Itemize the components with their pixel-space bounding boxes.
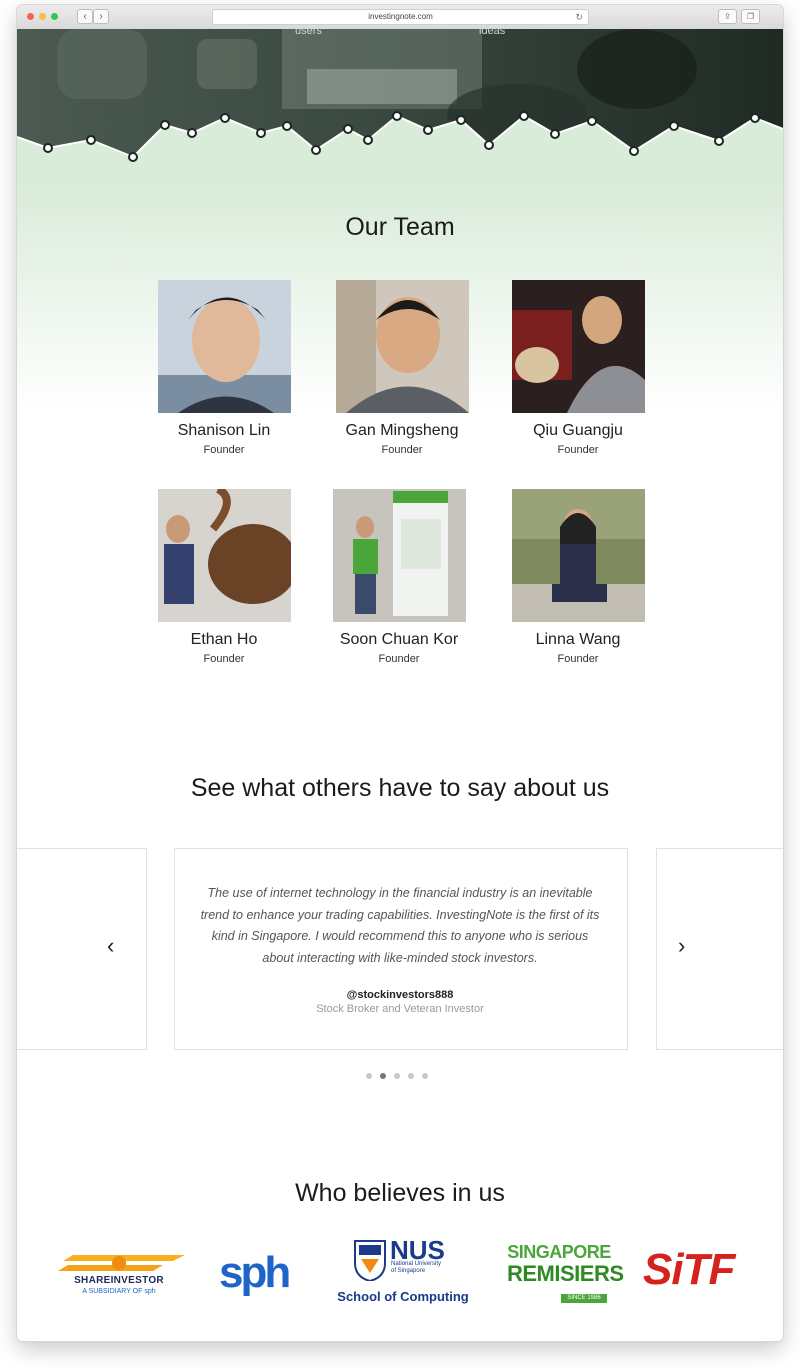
team-member-photo bbox=[511, 489, 645, 622]
minimize-window-button[interactable] bbox=[39, 13, 46, 20]
share-button[interactable]: ⇪ bbox=[718, 9, 737, 24]
portrait-photo bbox=[511, 489, 645, 622]
carousel-dot[interactable] bbox=[408, 1073, 414, 1079]
shareinvestor-wordmark: SHAREINVESTOR bbox=[74, 1275, 164, 1286]
shareinvestor-logo[interactable]: SHAREINVESTOR A SUBSIDIARY OF sph bbox=[53, 1247, 185, 1307]
team-member-role: Founder bbox=[378, 653, 420, 665]
nus-school-name: School of Computing bbox=[337, 1289, 469, 1304]
sph-logo[interactable]: sph bbox=[219, 1247, 293, 1299]
hero-stat-label-users: users bbox=[295, 25, 322, 37]
chevron-left-icon: ‹ bbox=[83, 11, 87, 22]
team-member: Qiu Guangju Founder bbox=[488, 280, 668, 456]
remisiers-line-1: SINGAPORE bbox=[507, 1242, 611, 1262]
nus-subtitle-1: National University bbox=[391, 1261, 442, 1267]
nus-crest-icon bbox=[354, 1240, 386, 1281]
testimonial-author-role: Stock Broker and Veteran Investor bbox=[316, 1003, 484, 1015]
portrait-photo bbox=[511, 280, 645, 413]
carousel-dot[interactable] bbox=[394, 1073, 400, 1079]
team-member-name: Soon Chuan Kor bbox=[339, 631, 459, 648]
team-member-role: Founder bbox=[557, 444, 599, 456]
zoom-window-button[interactable] bbox=[51, 13, 58, 20]
tabs-icon: ❐ bbox=[746, 12, 755, 21]
team-member-photo bbox=[157, 280, 291, 413]
remisiers-since-badge: SINCE 1986 bbox=[561, 1294, 607, 1303]
team-member-photo bbox=[157, 489, 291, 622]
team-member-role: Founder bbox=[557, 653, 599, 665]
portrait-photo bbox=[157, 489, 291, 622]
sitf-logo[interactable]: SiTF bbox=[643, 1245, 751, 1295]
team-member: Soon Chuan Kor Founder bbox=[309, 489, 489, 665]
testimonial-card-previous[interactable] bbox=[17, 848, 147, 1050]
team-member: Shanison Lin Founder bbox=[134, 280, 314, 456]
team-member-photo bbox=[511, 280, 645, 413]
carousel-dot[interactable] bbox=[422, 1073, 428, 1079]
address-bar-url: investingnote.com bbox=[368, 12, 433, 21]
testimonial-quote: The use of internet technology in the fi… bbox=[200, 886, 600, 965]
hero-stat-label-ideas: ideas bbox=[479, 25, 506, 37]
shareinvestor-subtitle: A SUBSIDIARY OF sph bbox=[82, 1288, 156, 1295]
sitf-wordmark: SiTF bbox=[643, 1245, 735, 1294]
portrait-photo bbox=[332, 489, 466, 622]
portrait-photo bbox=[335, 280, 469, 413]
testimonials-title: See what others have to say about us bbox=[190, 774, 610, 802]
team-member-name: Gan Mingsheng bbox=[345, 422, 459, 439]
team-member-name: Linna Wang bbox=[535, 631, 621, 648]
close-window-button[interactable] bbox=[27, 13, 34, 20]
team-member-role: Founder bbox=[203, 444, 245, 456]
testimonial-card-next[interactable] bbox=[656, 848, 783, 1050]
address-bar[interactable]: investingnote.com ↻ bbox=[212, 9, 589, 25]
reload-icon[interactable]: ↻ bbox=[575, 10, 583, 24]
carousel-prev-button[interactable]: ‹ bbox=[107, 935, 114, 957]
nus-subtitle-2: of Singapore bbox=[391, 1268, 426, 1274]
believers-title: Who believes in us bbox=[295, 1179, 505, 1207]
forward-button[interactable]: › bbox=[93, 9, 109, 24]
team-member-name: Shanison Lin bbox=[177, 422, 271, 439]
sph-wordmark: sph bbox=[219, 1248, 291, 1297]
team-member: Ethan Ho Founder bbox=[134, 489, 314, 665]
share-icon: ⇪ bbox=[724, 12, 731, 21]
chevron-left-icon: ‹ bbox=[107, 933, 115, 958]
hero-background bbox=[17, 29, 783, 181]
testimonial-handle: @stockinvestors888 bbox=[346, 989, 454, 1001]
team-title: Our Team bbox=[345, 213, 455, 241]
carousel-dot[interactable] bbox=[366, 1073, 372, 1079]
portrait-photo bbox=[157, 280, 291, 413]
team-member-role: Founder bbox=[203, 653, 245, 665]
carousel-dot-active[interactable] bbox=[380, 1073, 386, 1079]
browser-titlebar: ‹ › investingnote.com ↻ ⇪ ❐ bbox=[17, 5, 783, 30]
chevron-right-icon: › bbox=[678, 933, 686, 958]
hero-banner: users ideas bbox=[17, 25, 783, 181]
chevron-right-icon: › bbox=[99, 11, 103, 22]
tabs-button[interactable]: ❐ bbox=[741, 9, 760, 24]
singapore-remisiers-logo[interactable]: SINGAPORE REMISIERS SINCE 1986 bbox=[507, 1242, 624, 1306]
browser-window: ‹ › investingnote.com ↻ ⇪ ❐ users ideas … bbox=[17, 5, 783, 1341]
team-member: Linna Wang Founder bbox=[488, 489, 668, 665]
team-member-name: Qiu Guangju bbox=[533, 422, 623, 439]
back-button[interactable]: ‹ bbox=[77, 9, 93, 24]
carousel-next-button[interactable]: › bbox=[678, 935, 685, 957]
team-member-name: Ethan Ho bbox=[190, 631, 258, 648]
team-member-photo bbox=[335, 280, 469, 413]
team-member: Gan Mingsheng Founder bbox=[312, 280, 492, 456]
team-member-photo bbox=[332, 489, 466, 622]
team-member-role: Founder bbox=[381, 444, 423, 456]
remisiers-line-2: REMISIERS bbox=[507, 1261, 624, 1286]
nus-logo[interactable]: NUS National University of Singapore Sch… bbox=[333, 1235, 473, 1311]
